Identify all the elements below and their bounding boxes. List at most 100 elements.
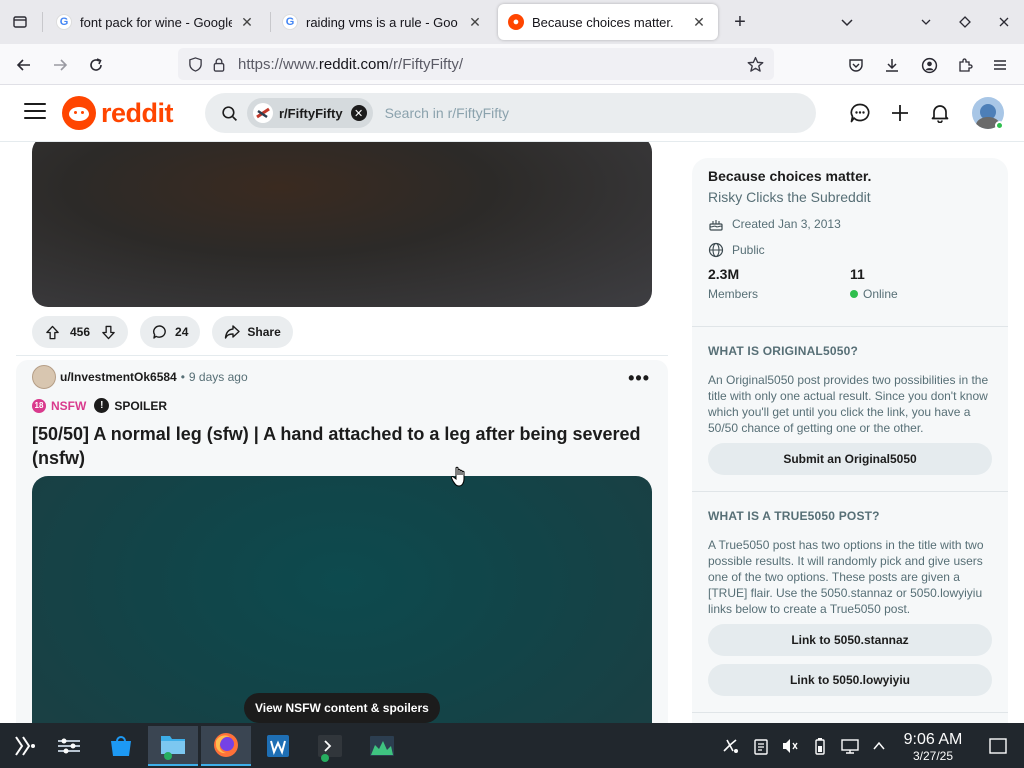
post-author[interactable]: u/InvestmentOk6584 — [60, 370, 177, 384]
close-tab-icon[interactable]: ✕ — [466, 14, 484, 31]
vote-pill: 456 — [32, 316, 129, 348]
members-count: 2.3M — [708, 266, 740, 282]
file-manager-icon[interactable] — [148, 726, 198, 766]
post-flags: 18 NSFW ! SPOILER — [32, 398, 167, 413]
tracking-shield-icon[interactable] — [184, 53, 206, 75]
online-status-dot — [995, 121, 1004, 130]
reddit-logo[interactable]: reddit — [62, 95, 174, 131]
taskbar-clock[interactable]: 9:06 AM 3/27/25 — [898, 732, 968, 764]
tab-overview-icon[interactable] — [6, 8, 34, 36]
reddit-icon: ● — [508, 14, 524, 30]
search-bar[interactable]: r/FiftyFifty ✕ — [205, 93, 816, 133]
about-community: Because choices matter. Risky Clicks the… — [708, 168, 992, 258]
view-nsfw-button[interactable]: View NSFW content & spoilers — [244, 693, 440, 723]
sidebar-divider — [692, 712, 1008, 713]
community-sidebar: Because choices matter. Risky Clicks the… — [692, 158, 1008, 723]
window-minimize-icon[interactable] — [912, 8, 940, 36]
tab-reddit-active[interactable]: ● Because choices matter. ✕ — [498, 4, 718, 40]
battery-icon[interactable] — [810, 736, 830, 756]
firefox-icon[interactable] — [201, 726, 251, 766]
tab-google-raiding-vms[interactable]: G raiding vms is a rule - Goo ✕ — [272, 4, 494, 40]
post-action-bar: 456 24 Share — [32, 316, 293, 348]
bookmark-star-icon[interactable] — [744, 53, 766, 75]
post-media-blurred[interactable] — [32, 142, 652, 307]
original5050-heading: WHAT IS ORIGINAL5050? — [708, 344, 858, 358]
link-stannaz-button[interactable]: Link to 5050.stannaz — [708, 624, 992, 656]
link-lowyiyiu-button[interactable]: Link to 5050.lowyiyiu — [708, 664, 992, 696]
volume-muted-icon[interactable] — [780, 736, 800, 756]
url-text: https://www.reddit.com/r/FiftyFifty/ — [238, 55, 464, 73]
google-icon: G — [282, 14, 298, 30]
extensions-puzzle-icon[interactable] — [950, 50, 980, 80]
window-maximize-icon[interactable] — [951, 8, 979, 36]
window-close-icon[interactable] — [990, 8, 1018, 36]
post-media-blurred[interactable] — [32, 476, 652, 723]
back-arrow-icon[interactable] — [9, 50, 39, 80]
more-options-icon[interactable]: ••• — [628, 368, 650, 389]
meta-separator: • — [180, 370, 185, 384]
community-stats: 2.3M Members 11 Online — [708, 266, 992, 301]
post-title[interactable]: [50/50] A normal leg (sfw) | A hand atta… — [32, 422, 652, 470]
post-feed: 456 24 Share u/InvestmentOk6584 • 9 days… — [0, 142, 680, 723]
new-tab-plus-icon[interactable]: + — [726, 8, 754, 36]
reddit-menu-icon[interactable] — [24, 103, 46, 121]
clipboard-icon[interactable] — [751, 736, 771, 756]
close-tab-icon[interactable]: ✕ — [238, 14, 256, 31]
visibility-label: Public — [732, 243, 765, 257]
comments-button[interactable]: 24 — [140, 316, 201, 348]
pocket-icon[interactable] — [841, 50, 871, 80]
spoiler-tag: SPOILER — [114, 398, 168, 413]
terminal-icon[interactable] — [305, 726, 355, 766]
user-avatar[interactable] — [32, 365, 56, 389]
new-instance-badge — [164, 752, 172, 760]
submit-original5050-button[interactable]: Submit an Original5050 — [708, 443, 992, 475]
system-settings-icon[interactable] — [44, 726, 94, 766]
discover-store-icon[interactable] — [96, 726, 146, 766]
address-bar[interactable]: https://www.reddit.com/r/FiftyFifty/ — [178, 48, 774, 80]
post-card[interactable]: u/InvestmentOk6584 • 9 days ago ••• 18 N… — [16, 360, 668, 723]
forward-arrow-icon[interactable] — [45, 50, 75, 80]
post-meta: u/InvestmentOk6584 • 9 days ago — [32, 364, 248, 390]
created-date: Created Jan 3, 2013 — [732, 217, 841, 231]
app-launcher-icon[interactable] — [0, 726, 50, 766]
downvote-arrow-icon[interactable] — [100, 324, 116, 340]
chat-icon[interactable] — [848, 101, 872, 125]
post-divider — [16, 355, 668, 356]
wired-network-icon[interactable] — [840, 736, 860, 756]
globe-icon — [708, 242, 724, 258]
search-input[interactable] — [384, 105, 765, 121]
tab-google-font-pack[interactable]: G font pack for wine - Google ✕ — [46, 4, 266, 40]
show-hidden-chevron-icon[interactable] — [869, 736, 889, 756]
account-icon[interactable] — [914, 50, 944, 80]
system-monitor-icon[interactable] — [357, 726, 407, 766]
snoo-icon — [62, 96, 96, 130]
menu-hamburger-icon[interactable] — [985, 50, 1015, 80]
sidebar-divider — [692, 491, 1008, 492]
tab-separator — [270, 12, 271, 32]
share-arrow-icon — [224, 324, 241, 340]
original5050-body: An Original5050 post provides two possib… — [708, 373, 989, 435]
show-desktop-icon[interactable] — [988, 736, 1008, 756]
notifications-bell-icon[interactable] — [928, 101, 952, 125]
tab-title: font pack for wine - Google — [80, 14, 232, 30]
original5050-section: WHAT IS ORIGINAL5050? An Original5050 po… — [708, 344, 992, 436]
network-share-icon[interactable] — [720, 736, 740, 756]
members-label: Members — [708, 287, 759, 301]
reload-icon[interactable] — [81, 50, 111, 80]
online-stat: 11 Online — [850, 266, 898, 301]
upvote-arrow-icon[interactable] — [44, 324, 60, 340]
community-filter-chip[interactable]: r/FiftyFifty ✕ — [247, 98, 373, 128]
list-tabs-chevron-icon[interactable] — [833, 8, 861, 36]
share-button[interactable]: Share — [212, 316, 293, 348]
remove-chip-icon[interactable]: ✕ — [350, 105, 367, 121]
new-instance-badge — [321, 754, 329, 762]
lock-icon[interactable] — [208, 53, 230, 75]
create-post-plus-icon[interactable] — [888, 101, 912, 125]
downloads-icon[interactable] — [877, 50, 907, 80]
close-tab-icon[interactable]: ✕ — [690, 14, 708, 31]
tab-title: Because choices matter. — [532, 14, 674, 30]
vote-count: 456 — [70, 325, 91, 339]
members-stat: 2.3M Members — [708, 266, 758, 301]
writer-app-icon[interactable] — [253, 726, 303, 766]
reddit-header: reddit r/FiftyFifty ✕ — [0, 85, 1024, 142]
